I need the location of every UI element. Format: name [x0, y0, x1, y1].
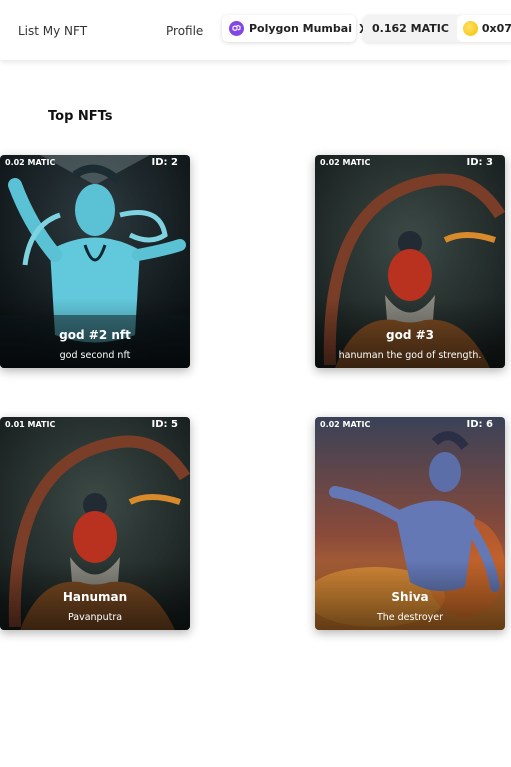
nft-id: ID: 3	[466, 157, 493, 168]
wallet-address-box[interactable]: 0x07...22	[456, 15, 511, 42]
nft-name: god #3	[385, 328, 434, 342]
polygon-icon	[229, 21, 244, 36]
nft-id: ID: 6	[466, 419, 493, 430]
avatar	[462, 21, 478, 36]
network-selector[interactable]: Polygon Mumbai ❯	[222, 15, 366, 42]
nav-link-profile[interactable]: Profile	[166, 24, 203, 38]
nav-link-list-my-nft[interactable]: List My NFT	[18, 24, 87, 38]
nft-price: 0.02 MATIC	[5, 158, 56, 167]
nft-id: ID: 5	[151, 419, 178, 430]
nft-price: 0.02 MATIC	[320, 420, 371, 429]
nft-card[interactable]: 0.02 MATIC ID: 6 Shiva The destroyer	[315, 417, 505, 630]
nft-card[interactable]: 0.02 MATIC ID: 2 god #2 nft god second n…	[0, 155, 190, 368]
wallet-address: 0x07...22	[481, 22, 511, 35]
wallet-balance: 0.162 MATIC	[372, 22, 449, 35]
wallet-button[interactable]: 0.162 MATIC 0x07...22	[363, 15, 511, 42]
section-title: Top NFTs	[48, 109, 113, 124]
nft-description: The destroyer	[376, 612, 444, 623]
nft-description: Pavanputra	[67, 612, 123, 623]
nft-name: Shiva	[391, 590, 429, 604]
nft-price: 0.02 MATIC	[320, 158, 371, 167]
nft-description: hanuman the god of strength.	[338, 350, 482, 361]
nft-price: 0.01 MATIC	[5, 420, 56, 429]
nft-card[interactable]: 0.02 MATIC ID: 3 god #3 hanuman the god …	[315, 155, 505, 368]
nft-id: ID: 2	[151, 157, 178, 168]
nft-name: god #2 nft	[59, 328, 131, 342]
navbar: List My NFT Profile Polygon Mumbai ❯ 0.1…	[0, 0, 511, 60]
nft-name: Hanuman	[62, 590, 128, 604]
nft-card[interactable]: 0.01 MATIC ID: 5 Hanuman Pavanputra	[0, 417, 190, 630]
network-name: Polygon Mumbai	[249, 22, 352, 35]
nft-description: god second nft	[59, 350, 131, 361]
